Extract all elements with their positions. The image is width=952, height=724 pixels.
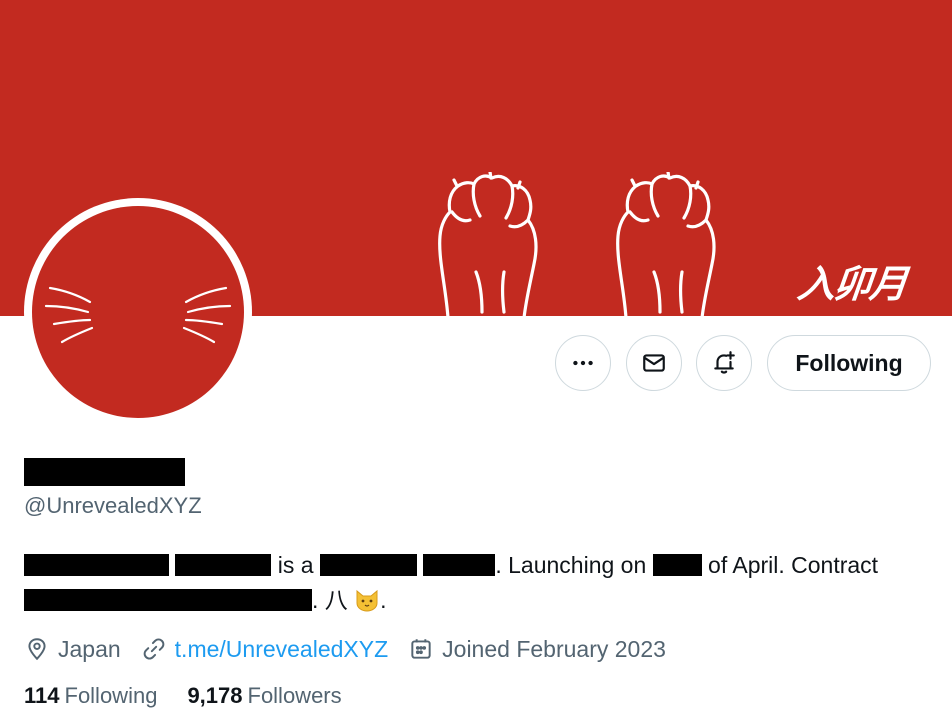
bio-redaction xyxy=(24,554,169,577)
banner-kanji: 入卯月 xyxy=(795,261,909,306)
cat-emoji-icon xyxy=(356,589,378,612)
bio-text: . 八 xyxy=(312,587,348,613)
followers-stat[interactable]: 9,178 Followers xyxy=(187,683,341,709)
bio-text: of April. Contract xyxy=(708,552,879,578)
more-dots-icon xyxy=(573,360,593,366)
profile-handle: @UnrevealedXYZ xyxy=(24,493,202,518)
avatar-image xyxy=(32,206,244,418)
bio-redaction xyxy=(24,589,312,612)
followers-count: 9,178 xyxy=(187,683,243,708)
website-item[interactable]: t.me/UnrevealedXYZ xyxy=(141,636,388,663)
following-stat[interactable]: 114 Following xyxy=(24,683,157,709)
bio-redaction xyxy=(175,554,272,577)
display-name-redacted xyxy=(24,458,185,486)
location-pin-icon xyxy=(28,638,46,661)
notify-button[interactable] xyxy=(696,335,752,391)
joined-item: Joined February 2023 xyxy=(408,636,666,663)
paw-illustration xyxy=(434,172,546,318)
website-link[interactable]: t.me/UnrevealedXYZ xyxy=(175,636,388,663)
bio-text: . Launching on xyxy=(495,552,647,578)
bio-text: . xyxy=(380,587,387,613)
bell-plus-icon xyxy=(714,351,735,374)
profile-bio: is a . Launching on of April. Contract .… xyxy=(24,548,929,618)
bio-redaction xyxy=(423,554,496,577)
link-icon xyxy=(143,638,165,660)
bio-redaction xyxy=(319,554,417,577)
avatar[interactable] xyxy=(24,198,252,426)
bio-text: is a xyxy=(277,552,314,578)
joined-text: Joined February 2023 xyxy=(442,635,666,662)
paw-illustration xyxy=(612,172,724,318)
location-text: Japan xyxy=(58,635,121,662)
following-count: 114 xyxy=(24,683,60,708)
more-button[interactable] xyxy=(555,335,611,391)
envelope-icon xyxy=(643,354,665,372)
following-button[interactable]: Following xyxy=(767,335,931,391)
message-button[interactable] xyxy=(626,335,682,391)
profile-meta: Japan t.me/UnrevealedXYZ Joined February… xyxy=(24,632,686,666)
calendar-icon xyxy=(411,639,431,659)
profile-stats: 114 Following 9,178 Followers xyxy=(24,683,372,709)
location-item: Japan xyxy=(24,636,121,663)
followers-label: Followers xyxy=(247,683,342,708)
following-label: Following xyxy=(64,683,158,708)
bio-redaction xyxy=(652,554,702,577)
